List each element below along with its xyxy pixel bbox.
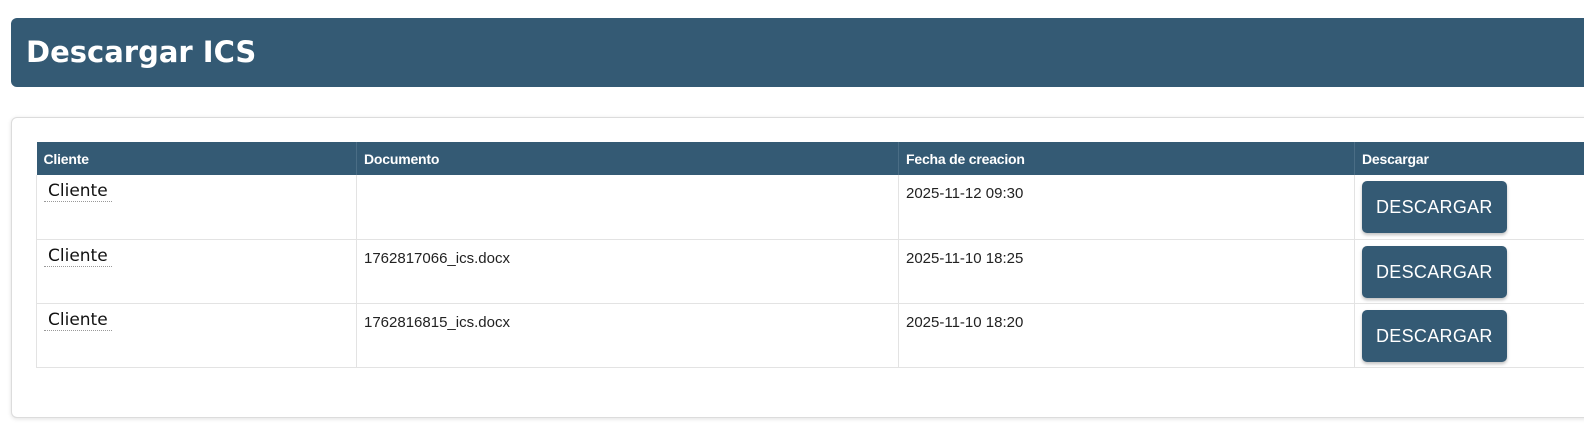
descargar-cell: DESCARGAR — [1354, 175, 1584, 240]
cliente-signature: Cliente — [44, 246, 112, 267]
column-header-documento: Documento — [356, 142, 899, 175]
download-button[interactable]: DESCARGAR — [1362, 245, 1507, 298]
documento-cell — [356, 175, 899, 240]
cliente-cell: Cliente — [36, 303, 357, 368]
documento-cell: 1762816815_ics.docx — [356, 303, 899, 368]
documents-table: Cliente Documento Fecha de creacion Desc… — [36, 142, 1584, 368]
page-title: Descargar ICS — [26, 35, 257, 69]
cliente-signature: Cliente — [44, 310, 112, 331]
download-button[interactable]: DESCARGAR — [1362, 309, 1507, 362]
fecha-cell: 2025-11-10 18:25 — [898, 239, 1355, 304]
documento-cell: 1762817066_ics.docx — [356, 239, 899, 304]
descargar-cell: DESCARGAR — [1354, 239, 1584, 304]
table-row: Cliente 1762816815_ics.docx 2025-11-10 1… — [36, 303, 1584, 368]
column-header-descargar: Descargar — [1354, 142, 1584, 175]
cliente-cell: Cliente — [36, 175, 357, 240]
cliente-signature: Cliente — [44, 181, 112, 202]
table-header-row: Cliente Documento Fecha de creacion Desc… — [36, 142, 1584, 175]
documents-card: Cliente Documento Fecha de creacion Desc… — [11, 117, 1584, 418]
descargar-cell: DESCARGAR — [1354, 303, 1584, 368]
fecha-cell: 2025-11-12 09:30 — [898, 175, 1355, 240]
column-header-fecha: Fecha de creacion — [898, 142, 1355, 175]
table-row: Cliente 2025-11-12 09:30 DESCARGAR — [36, 175, 1584, 240]
column-header-cliente: Cliente — [36, 142, 357, 175]
page-header: Descargar ICS — [11, 18, 1584, 87]
cliente-cell: Cliente — [36, 239, 357, 304]
fecha-cell: 2025-11-10 18:20 — [898, 303, 1355, 368]
download-button[interactable]: DESCARGAR — [1362, 181, 1507, 233]
table-row: Cliente 1762817066_ics.docx 2025-11-10 1… — [36, 239, 1584, 304]
